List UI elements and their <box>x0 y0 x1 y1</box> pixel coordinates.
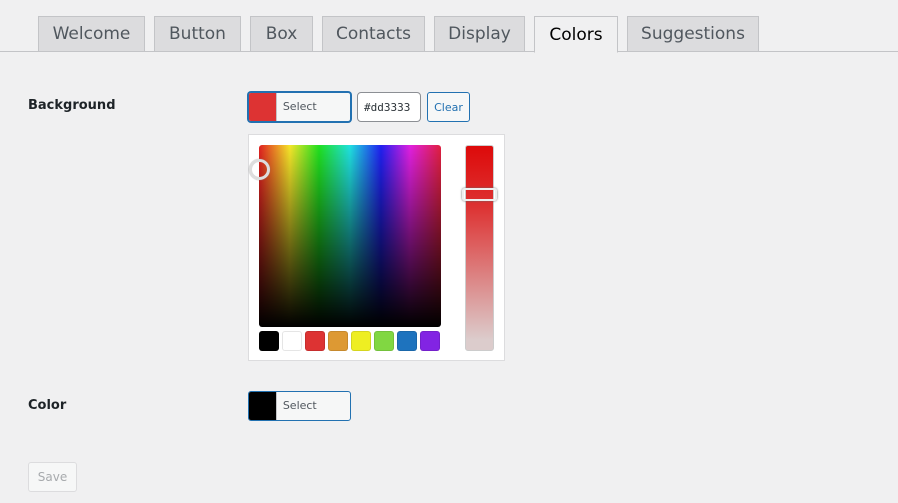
palette-swatch-blue[interactable] <box>397 331 417 351</box>
hex-input[interactable] <box>357 92 421 122</box>
tab-display[interactable]: Display <box>434 16 525 52</box>
color-picker <box>248 134 505 361</box>
color-handle[interactable] <box>249 159 270 180</box>
clear-button[interactable]: Clear <box>427 92 470 122</box>
tab-box[interactable]: Box <box>250 16 313 52</box>
palette-swatch-green[interactable] <box>374 331 394 351</box>
color-select-color-button[interactable]: Select Color <box>248 391 351 421</box>
color-gradient-field[interactable] <box>249 145 441 327</box>
slider-handle[interactable] <box>462 188 497 201</box>
background-select-color-button[interactable]: Select Color <box>248 92 351 122</box>
save-button[interactable]: Save <box>28 462 77 492</box>
tab-button[interactable]: Button <box>154 16 241 52</box>
palette-swatch-black[interactable] <box>259 331 279 351</box>
palette-swatch-yellow[interactable] <box>351 331 371 351</box>
tab-colors[interactable]: Colors <box>534 16 618 53</box>
background-label: Background <box>28 98 116 113</box>
tab-bar: Welcome Button Box Contacts Display Colo… <box>0 16 898 53</box>
tab-contacts[interactable]: Contacts <box>322 16 425 52</box>
select-color-label: Select Color <box>282 399 317 412</box>
palette-swatch-red[interactable] <box>305 331 325 351</box>
lightness-slider[interactable] <box>462 145 497 351</box>
palette-swatch-white[interactable] <box>282 331 302 351</box>
color-preview <box>249 392 277 420</box>
palette-swatch-orange[interactable] <box>328 331 348 351</box>
background-color-preview <box>249 93 277 121</box>
select-color-label: Select Color <box>282 100 317 113</box>
color-label: Color <box>28 398 67 413</box>
tab-suggestions[interactable]: Suggestions <box>627 16 759 52</box>
palette-swatch-purple[interactable] <box>420 331 440 351</box>
tab-welcome[interactable]: Welcome <box>38 16 145 52</box>
